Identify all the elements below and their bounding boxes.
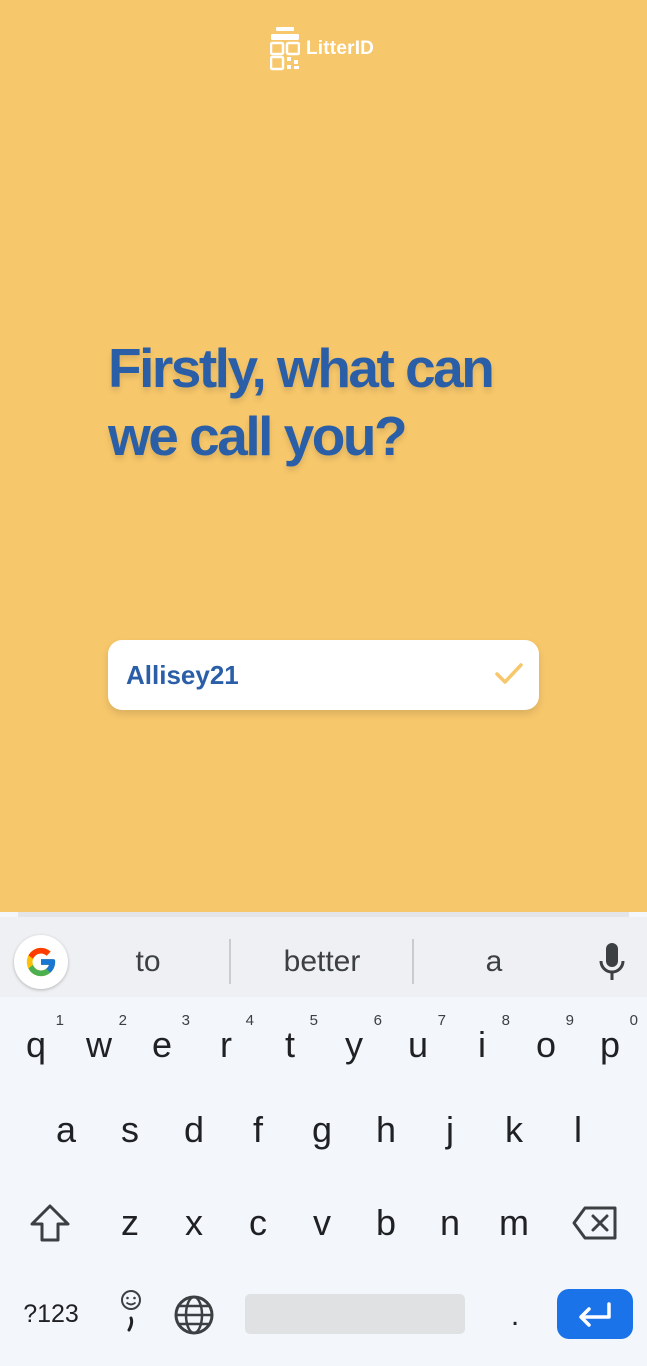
- key-h[interactable]: h: [356, 1090, 416, 1170]
- key-hint: 2: [118, 1012, 127, 1029]
- key-hint: 3: [181, 1012, 190, 1029]
- key-label: q: [25, 1024, 47, 1065]
- symbols-key[interactable]: ?123: [14, 1294, 88, 1334]
- key-n[interactable]: n: [420, 1183, 480, 1263]
- key-label: i: [478, 1024, 486, 1065]
- key-label: t: [284, 1024, 295, 1065]
- key-hint: 9: [565, 1012, 574, 1029]
- key-w[interactable]: w2: [69, 1000, 129, 1080]
- key-label: w: [86, 1024, 112, 1065]
- name-field-container[interactable]: [108, 640, 539, 710]
- key-s[interactable]: s: [100, 1090, 160, 1170]
- suggestion-3[interactable]: a: [444, 945, 544, 985]
- title-line-2: we call you?: [108, 405, 408, 467]
- check-icon: [495, 663, 523, 684]
- key-a[interactable]: a: [36, 1090, 96, 1170]
- logo-text: LitterID: [306, 38, 375, 59]
- suggestion-divider: [412, 939, 414, 984]
- app-logo: LitterID: [270, 27, 374, 71]
- key-u[interactable]: u7: [388, 1000, 448, 1080]
- key-z[interactable]: z: [100, 1183, 160, 1263]
- key-e[interactable]: e3: [132, 1000, 192, 1080]
- key-hint: 4: [245, 1012, 254, 1029]
- key-i[interactable]: i8: [452, 1000, 512, 1080]
- title-line-1: Firstly, what can: [108, 337, 495, 399]
- shift-key[interactable]: [20, 1183, 80, 1263]
- key-hint: 1: [55, 1012, 64, 1029]
- key-hint: 6: [373, 1012, 382, 1029]
- key-hint: 7: [437, 1012, 446, 1029]
- shift-icon: [30, 1204, 70, 1242]
- key-p[interactable]: p0: [580, 1000, 640, 1080]
- key-x[interactable]: x: [164, 1183, 224, 1263]
- name-input[interactable]: [126, 656, 476, 694]
- suggestion-divider: [229, 939, 231, 984]
- backspace-key[interactable]: [565, 1183, 625, 1263]
- suggestion-1[interactable]: to: [98, 945, 198, 985]
- key-j[interactable]: j: [420, 1090, 480, 1170]
- key-t[interactable]: t5: [260, 1000, 320, 1080]
- microphone-icon[interactable]: [597, 941, 627, 983]
- key-v[interactable]: v: [292, 1183, 352, 1263]
- key-hint: 0: [629, 1012, 638, 1029]
- key-m[interactable]: m: [484, 1183, 544, 1263]
- key-l[interactable]: l: [548, 1090, 608, 1170]
- google-icon: [26, 947, 56, 977]
- globe-icon[interactable]: [172, 1293, 216, 1337]
- space-key[interactable]: [245, 1294, 465, 1334]
- key-c[interactable]: c: [228, 1183, 288, 1263]
- onboarding-screen: LitterID Firstly, what can we call you?: [0, 0, 647, 912]
- key-label: e: [151, 1024, 173, 1065]
- key-g[interactable]: g: [292, 1090, 352, 1170]
- key-label: u: [407, 1024, 429, 1065]
- key-label: r: [220, 1024, 232, 1065]
- key-label: o: [535, 1024, 557, 1065]
- key-o[interactable]: o9: [516, 1000, 576, 1080]
- page-title: Firstly, what can we call you?: [108, 334, 538, 470]
- key-hint: 8: [501, 1012, 510, 1029]
- key-r[interactable]: r4: [196, 1000, 256, 1080]
- enter-key[interactable]: [557, 1289, 633, 1339]
- backspace-icon: [572, 1206, 617, 1240]
- key-y[interactable]: y6: [324, 1000, 384, 1080]
- suggestion-bar: to better a: [0, 917, 647, 997]
- emoji-icon[interactable]: [108, 1286, 154, 1340]
- google-button[interactable]: [14, 935, 68, 989]
- key-label: y: [345, 1024, 363, 1065]
- key-hint: 5: [309, 1012, 318, 1029]
- key-label: p: [599, 1024, 621, 1065]
- enter-icon: [579, 1302, 611, 1327]
- key-q[interactable]: q1: [6, 1000, 66, 1080]
- litterid-logo-icon: [270, 27, 300, 71]
- suggestion-2[interactable]: better: [251, 945, 393, 985]
- key-b[interactable]: b: [356, 1183, 416, 1263]
- key-d[interactable]: d: [164, 1090, 224, 1170]
- period-key[interactable]: .: [498, 1294, 532, 1338]
- key-k[interactable]: k: [484, 1090, 544, 1170]
- key-f[interactable]: f: [228, 1090, 288, 1170]
